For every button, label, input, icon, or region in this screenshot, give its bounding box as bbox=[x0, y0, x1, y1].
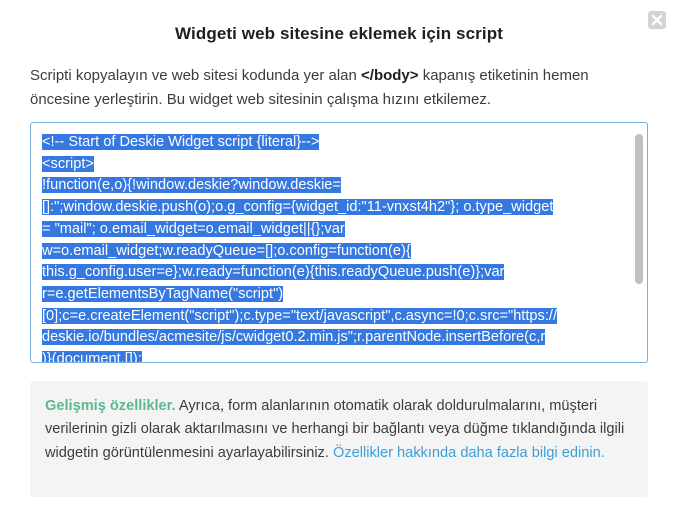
instructions-text: Scripti kopyalayın ve web sitesi kodunda… bbox=[30, 64, 650, 112]
modal-title: Widgeti web sitesine eklemek için script bbox=[175, 24, 503, 43]
learn-more-link[interactable]: Özellikler hakkında daha fazla bilgi edi… bbox=[333, 445, 605, 461]
code-line: deskie.io/bundles/acmesite/js/cwidget0.2… bbox=[42, 327, 620, 349]
code-line-text: [0];c=e.createElement("script");c.type="… bbox=[42, 307, 557, 324]
code-line-text: !function(e,o){!window.deskie?window.des… bbox=[42, 177, 341, 194]
advanced-features-heading: Gelişmiş özellikler. bbox=[45, 398, 176, 414]
code-line-text: <!-- Start of Deskie Widget script {lite… bbox=[42, 134, 320, 150]
code-line: = "mail"; o.email_widget=o.email_widget|… bbox=[42, 219, 620, 241]
code-scrollbar[interactable] bbox=[635, 129, 643, 356]
code-line-text: <script> bbox=[42, 155, 94, 172]
code-scrollbar-thumb[interactable] bbox=[635, 134, 643, 284]
body-tag: </body> bbox=[361, 67, 419, 84]
code-line-text: )}(document,[]); bbox=[42, 351, 142, 362]
script-code-content: <!-- Start of Deskie Widget script {lite… bbox=[42, 132, 620, 362]
code-line-text: r=e.getElementsByTagName("script") bbox=[42, 285, 284, 302]
advanced-features-note: Gelişmiş özellikler. Ayrıca, form alanla… bbox=[30, 381, 648, 497]
script-code-textarea[interactable]: <!-- Start of Deskie Widget script {lite… bbox=[30, 122, 648, 363]
code-line: )}(document,[]); bbox=[42, 349, 620, 362]
code-line-text: []:";window.deskie.push(o);o.g_config={w… bbox=[42, 199, 554, 216]
code-line: !function(e,o){!window.deskie?window.des… bbox=[42, 175, 620, 197]
code-line: <script> bbox=[42, 154, 620, 176]
code-line: r=e.getElementsByTagName("script") bbox=[42, 284, 620, 306]
code-line: []:";window.deskie.push(o);o.g_config={w… bbox=[42, 197, 620, 219]
code-line-text: this.g_config.user=e};w.ready=function(e… bbox=[42, 264, 505, 281]
code-line: <!-- Start of Deskie Widget script {lite… bbox=[42, 132, 620, 154]
code-line-text: deskie.io/bundles/acmesite/js/cwidget0.2… bbox=[42, 329, 546, 346]
code-line-text: w=o.email_widget;w.readyQueue=[];o.confi… bbox=[42, 242, 411, 259]
instructions-before: Scripti kopyalayın ve web sitesi kodunda… bbox=[30, 67, 362, 84]
code-line: [0];c=e.createElement("script");c.type="… bbox=[42, 306, 620, 328]
widget-script-modal: Widgeti web sitesine eklemek için script… bbox=[0, 0, 678, 529]
code-line: this.g_config.user=e};w.ready=function(e… bbox=[42, 262, 620, 284]
code-line: w=o.email_widget;w.readyQueue=[];o.confi… bbox=[42, 241, 620, 263]
code-line-text: = "mail"; o.email_widget=o.email_widget|… bbox=[42, 220, 345, 237]
